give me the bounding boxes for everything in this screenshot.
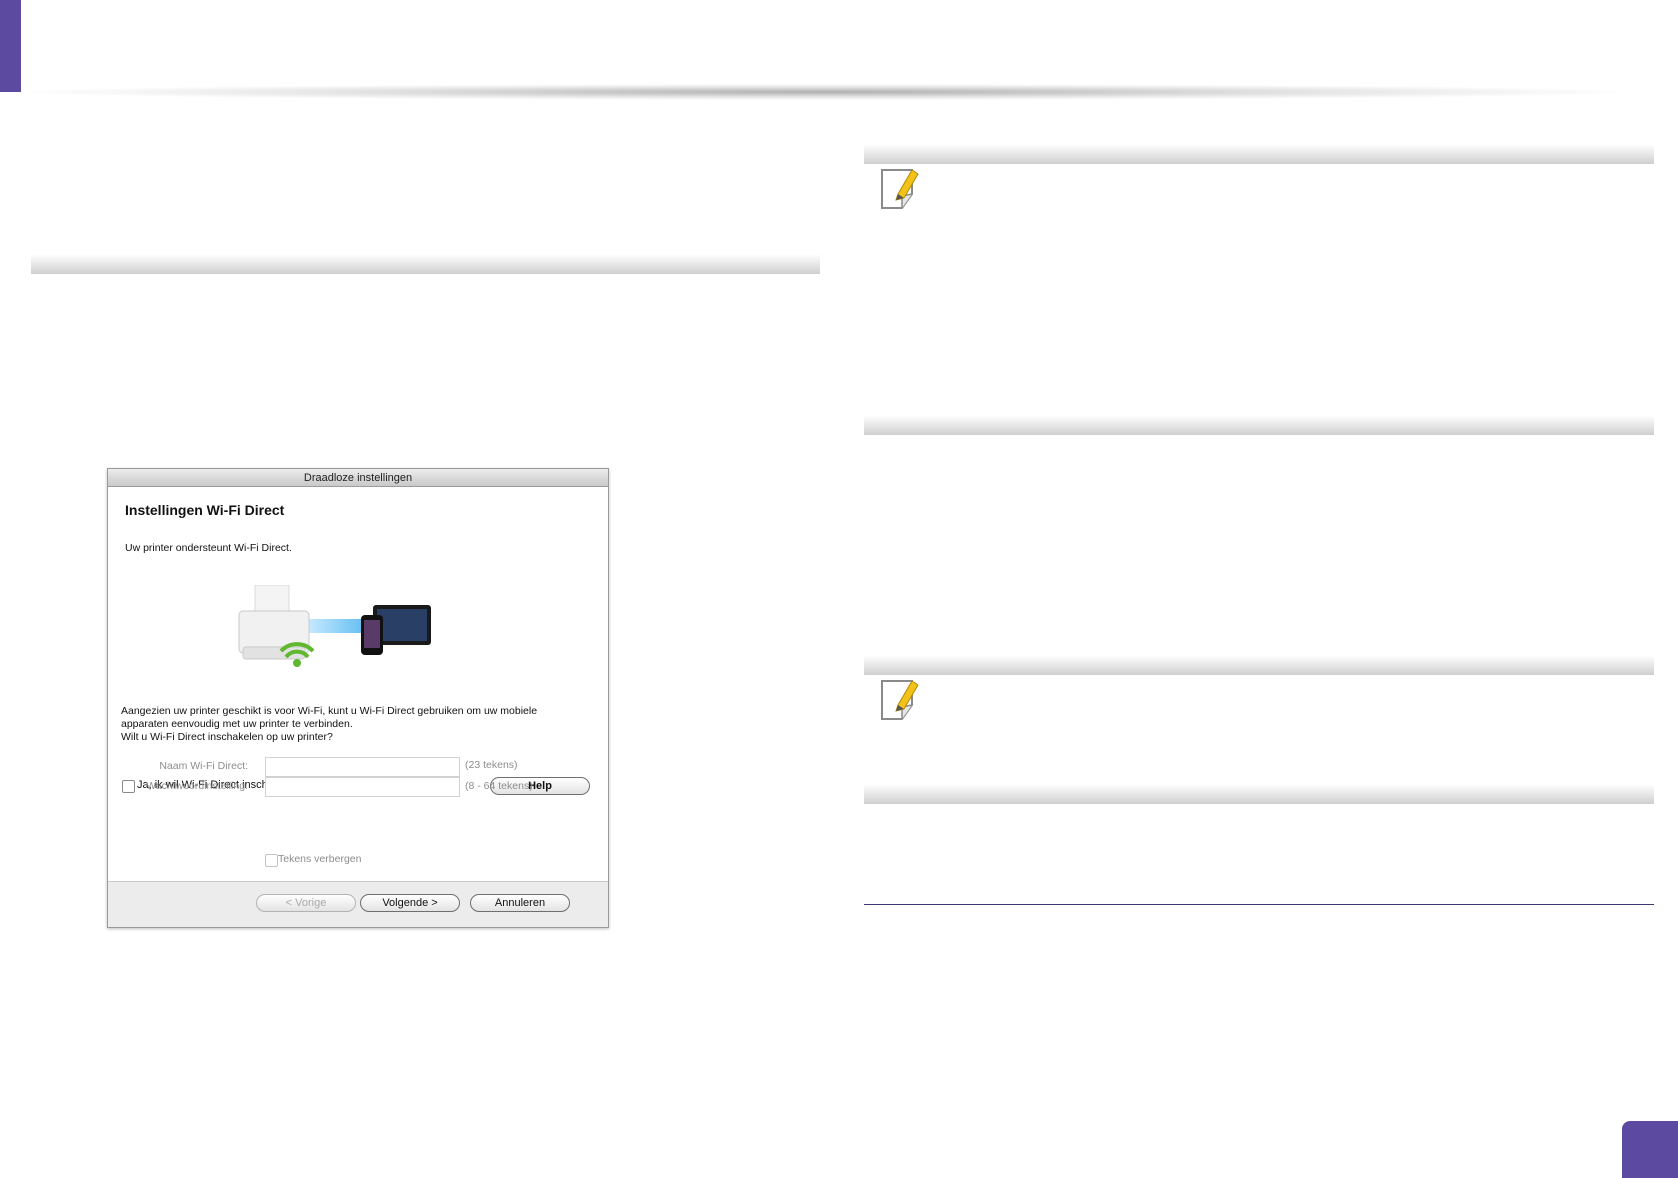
side-tab (0, 0, 21, 92)
dialog-title: Draadloze instellingen (108, 469, 608, 487)
dialog-paragraph: Aangezien uw printer geschikt is voor Wi… (121, 705, 591, 744)
section-bar-right-3 (864, 655, 1654, 675)
wifi-direct-name-label: Naam Wi-Fi Direct: (159, 760, 248, 772)
paragraph-line: Aangezien uw printer geschikt is voor Wi… (121, 705, 538, 717)
dialog-subtitle: Uw printer ondersteunt Wi-Fi Direct. (125, 542, 292, 554)
wireless-settings-dialog: Draadloze instellingen Instellingen Wi-F… (107, 468, 609, 928)
paragraph-line: apparaten eenvoudig met uw printer te ve… (121, 718, 353, 730)
header-rule (30, 84, 1620, 100)
note-icon (881, 169, 919, 209)
note-icon (881, 680, 919, 720)
password-input[interactable] (265, 777, 460, 797)
wifi-direct-name-hint: (23 tekens) (465, 759, 518, 771)
previous-button[interactable]: < Vorige (256, 894, 356, 912)
hide-characters-label: Tekens verbergen (278, 853, 362, 865)
password-hint: (8 - 64 tekens) (465, 780, 533, 792)
dialog-footer: < Vorige Volgende > Annuleren (108, 881, 608, 927)
section-divider (864, 904, 1654, 905)
section-bar-right-4 (864, 784, 1654, 804)
wifi-direct-name-input[interactable] (265, 757, 460, 777)
section-bar-right-1 (864, 144, 1654, 164)
dialog-heading: Instellingen Wi-Fi Direct (125, 502, 285, 518)
hide-characters-checkbox[interactable] (265, 854, 278, 867)
section-bar-left (31, 254, 820, 274)
page-number-badge (1622, 1121, 1678, 1178)
paragraph-line: Wilt u Wi-Fi Direct inschakelen op uw pr… (121, 731, 333, 743)
password-label: Wachtwoordinstelling: (146, 780, 248, 792)
printer-wifi-mobile-illustration (238, 585, 431, 667)
next-button[interactable]: Volgende > (360, 894, 460, 912)
cancel-button[interactable]: Annuleren (470, 894, 570, 912)
section-bar-right-2 (864, 415, 1654, 435)
